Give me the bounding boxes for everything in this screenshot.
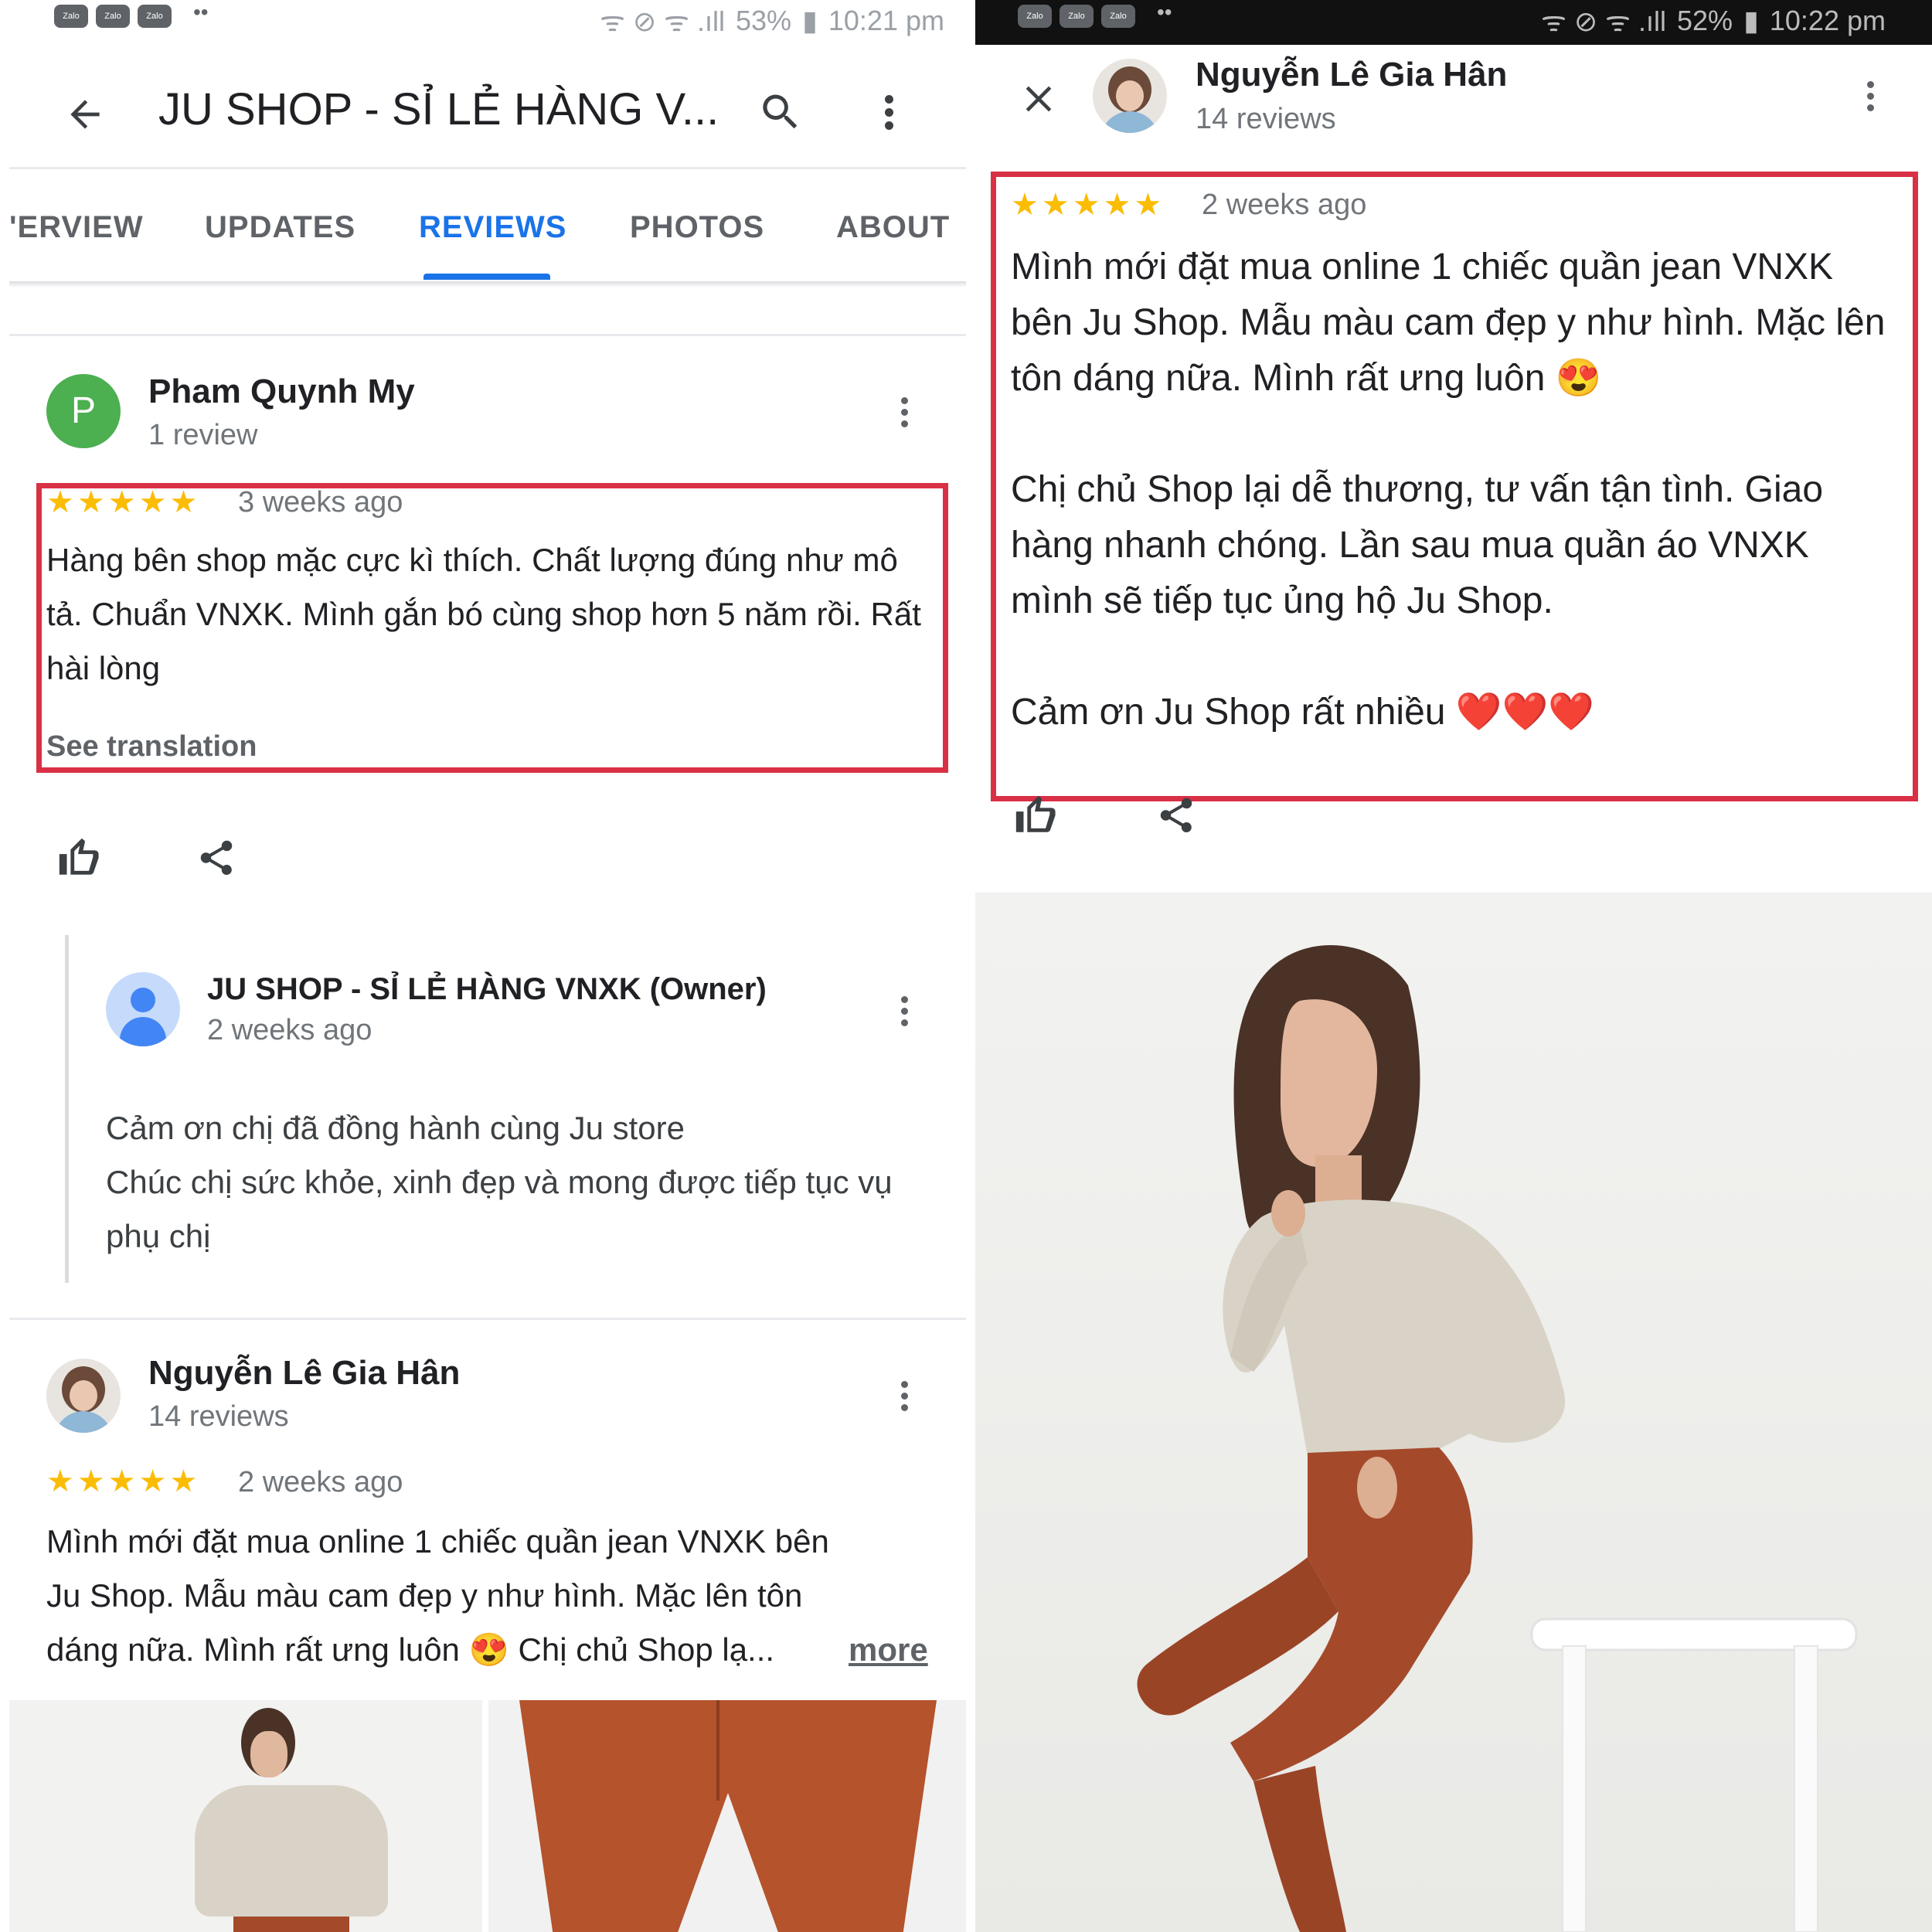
arrow-back-icon [70,100,100,129]
thumb-up-icon [59,838,99,875]
avatar[interactable]: P [46,374,121,448]
close-icon [1026,86,1052,112]
review-time: 2 weeks ago [238,1466,403,1498]
review-menu-button[interactable] [889,1374,920,1417]
section-divider [9,1318,966,1320]
reply-menu-button[interactable] [889,989,920,1032]
review-author-count: 14 reviews [148,1400,289,1433]
overflow-menu-button[interactable] [873,81,904,143]
star-rating: ★★★★★ [1011,188,1165,222]
review-menu-button[interactable] [1855,74,1886,117]
tab-updates[interactable]: UPDATES [205,210,355,245]
owner-reply-author: JU SHOP - SỈ LẺ HÀNG VNXK (Owner) [207,972,767,1006]
review-author-count: 14 reviews [1196,103,1336,135]
share-button[interactable] [1149,792,1203,838]
more-vert-icon [900,1380,908,1411]
review-author-name[interactable]: Nguyễn Lê Gia Hân [148,1354,460,1393]
avatar[interactable] [46,1359,121,1433]
review-author-name[interactable]: Pham Quynh My [148,372,415,411]
review-menu-button[interactable] [889,390,920,434]
zalo-icon: Zalo [96,5,130,28]
more-link[interactable]: more [842,1623,928,1677]
tab-reviews[interactable]: REVIEWS [419,210,566,245]
more-vert-icon [900,396,908,427]
reply-thread-line [65,935,69,1283]
right-screenshot: Zalo Zalo Zalo •• ᯤ ⊘ ᯤ .ıll 52% ▮ 10:22… [975,0,1932,1932]
share-icon [200,840,233,876]
review-text: Mình mới đặt mua online 1 chiếc quần jea… [46,1523,829,1668]
owner-reply-text: Cảm ơn chị đã đồng hành cùng Ju store Ch… [106,1110,893,1254]
appbar-divider [9,167,966,169]
more-vert-icon [900,995,908,1026]
more-vert-icon [1866,80,1874,111]
status-bar: Zalo Zalo Zalo •• ᯤ ⊘ ᯤ .ıll 53% ▮ 10:21… [0,0,975,45]
tab-overview[interactable]: 'ERVIEW [9,210,144,245]
like-button[interactable] [51,831,105,885]
zalo-icon: Zalo [1101,5,1135,28]
review-author-count: 1 review [148,419,258,451]
zalo-icon: Zalo [1018,5,1052,28]
like-button[interactable] [1008,792,1062,838]
tab-about[interactable]: ABOUT [836,210,950,245]
section-divider [9,334,966,336]
notification-icons: Zalo Zalo Zalo •• [54,0,209,28]
signal-icons: ᯤ ⊘ ᯤ .ıll [600,5,726,37]
star-rating: ★★★★★ [46,1464,201,1498]
clock: 10:21 pm [828,4,944,36]
review-time: 3 weeks ago [238,486,403,519]
zalo-icon: Zalo [54,5,88,28]
search-button[interactable] [750,81,811,143]
share-button[interactable] [189,831,243,885]
battery-icon: ▮ [802,4,818,36]
tabs-shadow [9,281,966,287]
search-icon [763,94,798,129]
zalo-icon: Zalo [1060,5,1094,28]
active-tab-indicator [423,274,550,280]
thumb-up-icon [1015,795,1056,832]
status-indicators: ᯤ ⊘ ᯤ .ıll 53% ▮ 10:21 pm [600,2,944,39]
notification-icons: Zalo Zalo Zalo •• [1018,0,1172,28]
battery-icon: ▮ [1743,4,1759,36]
more-notifications-icon: •• [1157,0,1172,24]
avatar[interactable] [1093,59,1167,133]
review-photo-large[interactable] [975,893,1932,1932]
review-photo-model[interactable] [9,1700,482,1932]
see-translation-link[interactable]: See translation [46,730,257,764]
status-bar: Zalo Zalo Zalo •• ᯤ ⊘ ᯤ .ıll 52% ▮ 10:22… [975,0,1932,45]
clock: 10:22 pm [1769,4,1886,36]
owner-reply-time: 2 weeks ago [207,1014,372,1046]
owner-avatar[interactable] [106,972,180,1046]
more-vert-icon [884,94,893,130]
star-rating: ★★★★★ [46,485,201,519]
model-photo-illustration [1137,944,1858,1932]
status-indicators: ᯤ ⊘ ᯤ .ıll 52% ▮ 10:22 pm [1541,2,1886,39]
review-text: Mình mới đặt mua online 1 chiếc quần jea… [1011,247,1886,733]
share-icon [1160,798,1192,833]
review-time: 2 weeks ago [1202,189,1367,221]
review-text: Hàng bên shop mặc cực kì thích. Chất lượ… [46,542,921,686]
more-notifications-icon: •• [193,0,209,24]
close-button[interactable] [1008,68,1070,130]
zalo-icon: Zalo [138,5,172,28]
page-title: JU SHOP - SỈ LẺ HÀNG V... [158,84,719,134]
back-button[interactable] [54,83,116,145]
review-photo-pants[interactable] [488,1700,966,1932]
battery-level: 52% [1677,4,1733,36]
left-screenshot: Zalo Zalo Zalo •• ᯤ ⊘ ᯤ .ıll 53% ▮ 10:21… [0,0,975,1932]
signal-icons: ᯤ ⊘ ᯤ .ıll [1541,5,1667,37]
tab-photos[interactable]: PHOTOS [630,210,764,245]
review-author-name[interactable]: Nguyễn Lê Gia Hân [1196,56,1507,94]
battery-level: 53% [736,4,792,36]
